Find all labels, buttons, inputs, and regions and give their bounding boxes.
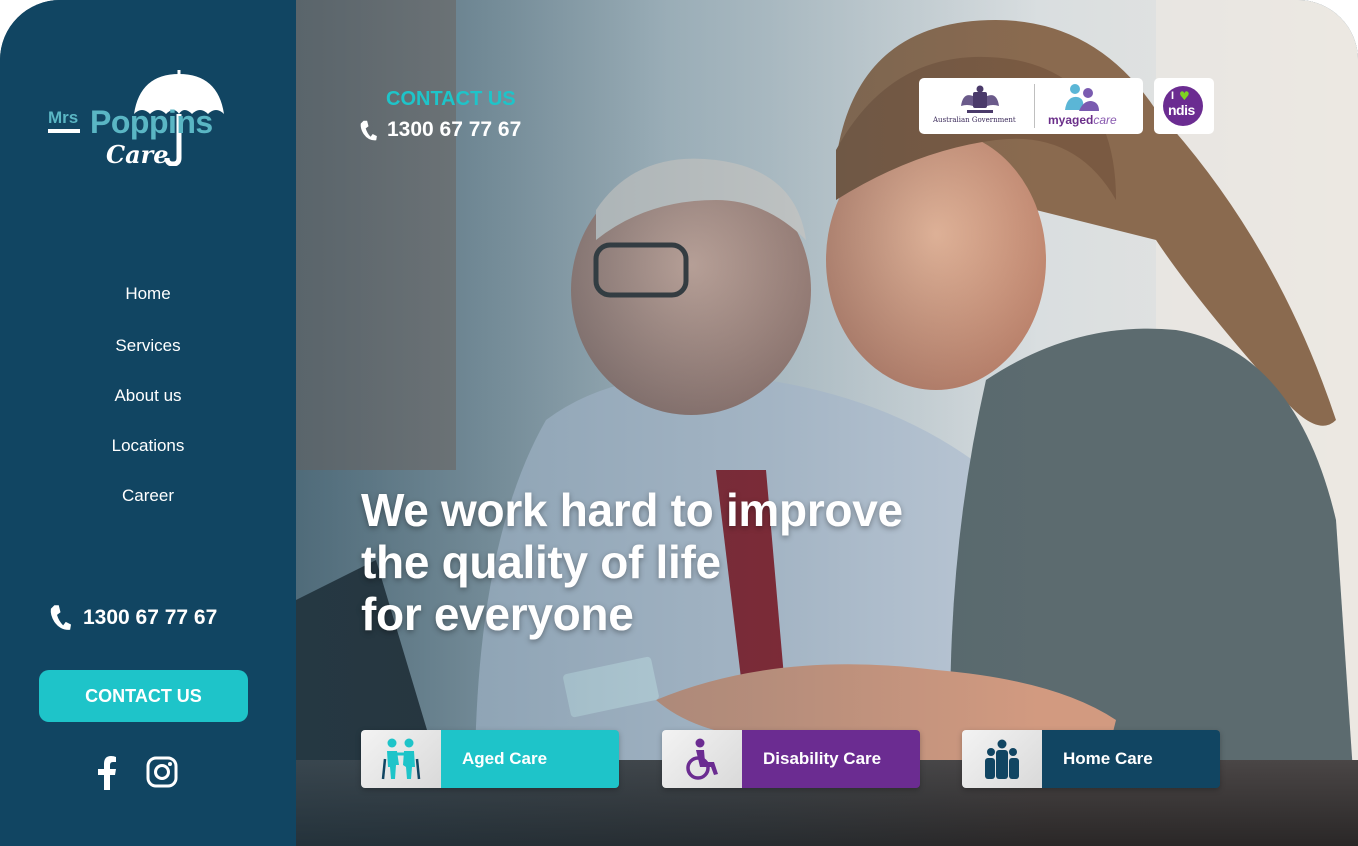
headline-line-3: for everyone [361, 588, 634, 640]
logo-poppins: Poppins [90, 104, 213, 140]
nav-item-home[interactable]: Home [0, 284, 296, 306]
phone-icon [50, 605, 71, 630]
hero-section: CONTACT US 1300 67 77 67 Australian Gove… [296, 0, 1358, 846]
header-phone-number: 1300 67 77 67 [387, 118, 522, 141]
home-care-icon-box [962, 730, 1042, 788]
myagedcare-people-icon [1065, 84, 1099, 111]
page-frame: Mrs Poppins Care U Home Services About u… [0, 0, 1358, 846]
ndis-badge[interactable]: I ♥ ndis [1154, 78, 1214, 134]
home-care-label: Home Care [1042, 730, 1220, 788]
myagedcare-text: myagedcare [1048, 113, 1117, 127]
sidebar-phone[interactable]: 1300 67 77 67 [50, 604, 217, 631]
brand-logo[interactable]: Mrs Poppins Care U [46, 70, 236, 170]
coat-of-arms-icon [961, 85, 999, 113]
elderly-couple-icon [381, 738, 421, 780]
myagedcare-badge[interactable]: Australian Government myagedcare [919, 78, 1143, 134]
phone-icon [360, 120, 377, 140]
disability-care-icon-box [662, 730, 742, 788]
wheelchair-icon [686, 738, 718, 780]
hero-headline: We work hard to improve the quality of l… [361, 484, 903, 640]
aged-care-label: Aged Care [441, 730, 619, 788]
disability-care-button[interactable]: Disability Care [662, 730, 920, 788]
aged-care-button[interactable]: Aged Care [361, 730, 619, 788]
ndis-logo: I ♥ ndis [1163, 86, 1203, 126]
headline-line-2: the quality of life [361, 536, 721, 588]
nav-item-about-us[interactable]: About us [0, 386, 296, 408]
instagram-icon[interactable] [146, 756, 178, 793]
nav-item-locations[interactable]: Locations [0, 436, 296, 458]
logo-bar [48, 129, 80, 133]
australian-government-text: Australian Government [933, 116, 1016, 124]
sidebar-phone-number: 1300 67 77 67 [83, 605, 218, 629]
logo-mrs: Mrs [48, 108, 79, 127]
headline-line-1: We work hard to improve [361, 484, 903, 536]
disability-care-label: Disability Care [742, 730, 920, 788]
header-phone[interactable]: 1300 67 77 67 [360, 118, 521, 142]
sidebar-contact-button[interactable]: CONTACT US [39, 670, 248, 722]
nav-item-services[interactable]: Services [0, 336, 296, 358]
badge-divider [1034, 84, 1035, 128]
header-contact-link[interactable]: CONTACT US [386, 88, 516, 111]
family-group-icon [985, 739, 1019, 779]
home-care-button[interactable]: Home Care [962, 730, 1220, 788]
facebook-icon[interactable] [97, 756, 117, 795]
sidebar: Mrs Poppins Care U Home Services About u… [0, 0, 296, 846]
aged-care-icon-box [361, 730, 441, 788]
nav-item-career[interactable]: Career [0, 486, 296, 508]
heart-icon: ♥ [1179, 89, 1190, 103]
logo-care: Care [106, 140, 169, 169]
